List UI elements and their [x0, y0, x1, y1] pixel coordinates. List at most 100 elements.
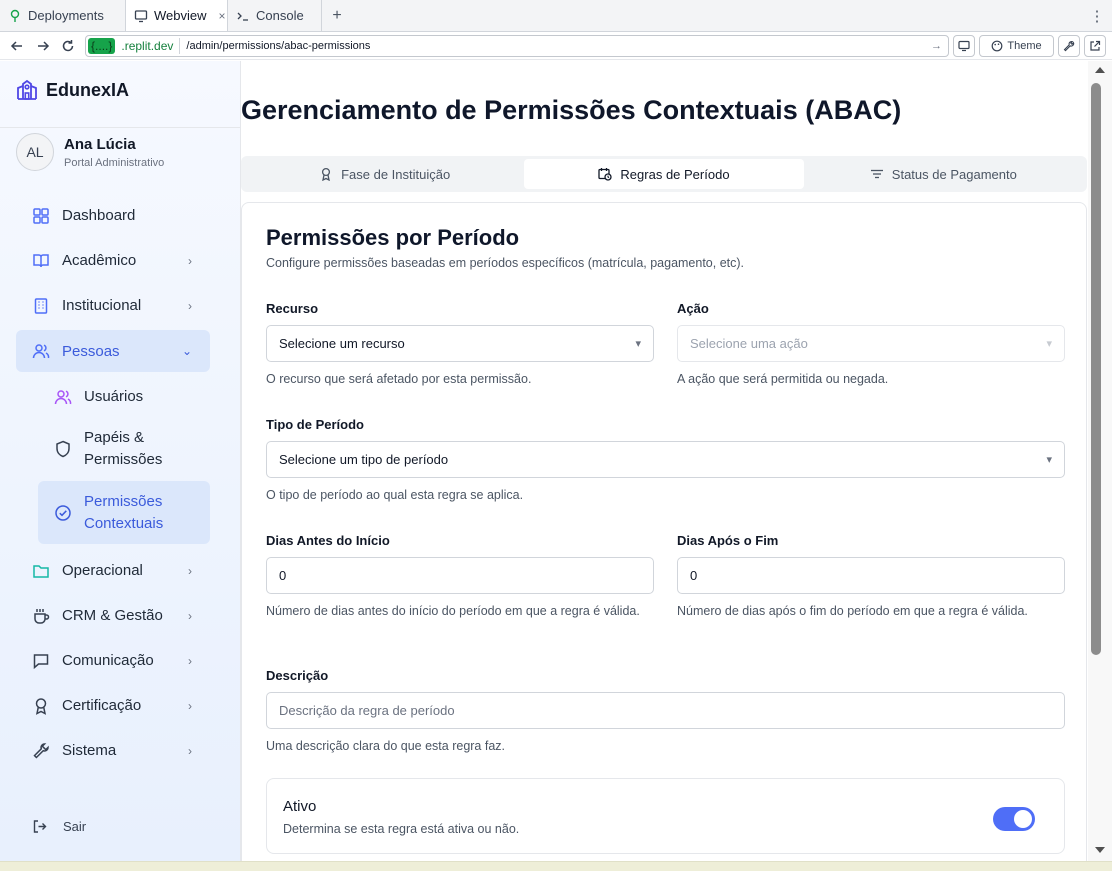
days-after-input[interactable]: 0 [677, 557, 1065, 594]
toggle-knob [1014, 810, 1032, 828]
divider [0, 127, 240, 128]
sidebar-item-label: Dashboard [62, 207, 136, 224]
chevron-right-icon: › [188, 253, 192, 268]
url-path: /admin/permissions/abac-permissions [186, 39, 371, 52]
chevron-right-icon: › [188, 563, 192, 578]
tab-deployments[interactable]: Deployments [0, 0, 126, 31]
tab-regras-periodo[interactable]: Regras de Período [524, 159, 804, 189]
sidebar-item-label: Institucional [62, 297, 142, 314]
resource-select[interactable]: Selecione um recurso ▾ [266, 325, 654, 362]
period-permissions-card: Permissões por Período Configure permiss… [241, 202, 1087, 861]
action-help: A ação que será permitida ou negada. [677, 372, 889, 386]
sidebar-item-academico[interactable]: Acadêmico › [16, 238, 210, 283]
award-icon [35, 697, 47, 715]
avatar: AL [16, 133, 54, 171]
tab-console-label: Console [256, 8, 304, 23]
period-type-select[interactable]: Selecione um tipo de período ▾ [266, 441, 1065, 478]
logout-button[interactable]: Sair [32, 819, 86, 834]
days-before-value: 0 [279, 568, 287, 583]
sidebar-item-comunicacao[interactable]: Comunicação › [16, 638, 210, 683]
school-icon [17, 79, 37, 100]
sidebar-item-papeis-permissoes[interactable]: Papéis & Permissões [38, 419, 210, 479]
monitor-icon [134, 9, 148, 23]
user-role: Portal Administrativo [64, 156, 165, 169]
days-after-value: 0 [690, 568, 698, 583]
action-select[interactable]: Selecione uma ação ▾ [677, 325, 1065, 362]
description-label: Descrição [266, 668, 329, 683]
building-icon [34, 297, 48, 314]
close-icon[interactable]: × [219, 9, 226, 23]
card-title: Permissões por Período [266, 225, 520, 250]
check-circle-icon [55, 504, 71, 521]
scroll-down-arrow-icon[interactable] [1095, 847, 1105, 853]
chevron-down-icon: ▾ [1046, 338, 1052, 350]
sidebar-item-permissoes-contextuais[interactable]: Permissões Contextuais [38, 481, 210, 544]
active-description: Determina se esta regra está ativa ou nã… [283, 822, 520, 836]
coffee-icon [34, 608, 50, 624]
sidebar-item-dashboard[interactable]: Dashboard [16, 193, 210, 238]
sidebar-item-label: Pessoas [62, 342, 120, 360]
tab-webview[interactable]: Webview × [126, 0, 228, 31]
reload-button[interactable] [57, 35, 79, 57]
sidebar-nav: Dashboard Acadêmico › Institucional › Pe… [16, 193, 210, 773]
deploy-icon [8, 9, 22, 23]
page-title: Gerenciamento de Permissões Contextuais … [241, 95, 902, 125]
period-type-help: O tipo de período ao qual esta regra se … [266, 488, 524, 502]
monitor-icon [958, 40, 970, 51]
wrench-icon [1063, 40, 1075, 51]
sidebar-item-label: CRM & Gestão [62, 607, 163, 624]
description-input[interactable]: Descrição da regra de período [266, 692, 1065, 729]
tab-label: Status de Pagamento [891, 166, 1017, 182]
resource-help: O recurso que será afetado por esta perm… [266, 372, 532, 386]
sidebar-item-label: Papéis & Permissões [84, 429, 163, 468]
device-preview-button[interactable] [953, 34, 976, 57]
browser-tab-bar: Deployments Webview × Console + ⋮ [0, 0, 1112, 32]
open-external-button[interactable] [1084, 34, 1107, 57]
filter-icon [870, 169, 883, 179]
tab-console[interactable]: Console [228, 0, 322, 31]
tab-status-pagamento[interactable]: Status de Pagamento [804, 159, 1083, 189]
message-square-icon [33, 653, 49, 669]
action-label: Ação [677, 301, 709, 316]
chevron-right-icon: › [188, 608, 192, 623]
sidebar-item-label: Permissões Contextuais [84, 492, 164, 532]
theme-label: Theme [1007, 39, 1042, 52]
devtools-button[interactable] [1058, 34, 1081, 57]
url-host: .replit.dev [121, 38, 174, 53]
sidebar-item-crm-gestao[interactable]: CRM & Gestão › [16, 593, 210, 638]
content-tabs: Fase de Instituição Regras de Período St… [241, 156, 1087, 192]
days-before-label: Dias Antes do Início [266, 533, 390, 548]
sidebar-item-operacional[interactable]: Operacional › [16, 548, 210, 593]
user-profile[interactable]: AL Ana Lúcia Portal Administrativo [16, 133, 164, 171]
forward-button[interactable] [32, 35, 54, 57]
sidebar-item-pessoas[interactable]: Pessoas ⌄ [16, 330, 210, 372]
brand[interactable]: EdunexIA [16, 79, 129, 101]
tab-fase-instituicao[interactable]: Fase de Instituição [245, 159, 524, 189]
scroll-thumb[interactable] [1091, 83, 1101, 655]
scroll-up-arrow-icon[interactable] [1095, 67, 1105, 73]
description-help: Uma descrição clara do que esta regra fa… [266, 739, 506, 753]
tab-deployments-label: Deployments [28, 8, 104, 23]
description-placeholder: Descrição da regra de período [279, 703, 455, 718]
terminal-icon [236, 9, 250, 23]
sidebar-item-label: Operacional [62, 562, 143, 579]
sidebar-item-certificacao[interactable]: Certificação › [16, 683, 210, 728]
back-button[interactable] [6, 35, 28, 57]
url-field[interactable]: {....} .replit.dev /admin/permissions/ab… [85, 34, 950, 57]
browser-menu-icon[interactable]: ⋮ [1082, 0, 1112, 31]
sidebar-item-sistema[interactable]: Sistema › [16, 728, 210, 773]
url-host-badge: {....} [88, 37, 116, 54]
sidebar-item-label: Certificação [62, 697, 142, 714]
resource-select-value: Selecione um recurso [279, 336, 405, 351]
sidebar-item-label: Acadêmico [62, 252, 137, 269]
days-before-input[interactable]: 0 [266, 557, 654, 594]
theme-button[interactable]: Theme [979, 34, 1055, 57]
active-toggle[interactable] [993, 807, 1035, 831]
tab-label: Regras de Período [620, 166, 730, 182]
dashboard-icon [33, 207, 49, 224]
sidebar-item-usuarios[interactable]: Usuários [38, 374, 210, 419]
go-arrow-icon[interactable]: → [931, 40, 946, 52]
scrollbar[interactable] [1088, 61, 1112, 861]
new-tab-button[interactable]: + [322, 0, 352, 31]
sidebar-item-institucional[interactable]: Institucional › [16, 283, 210, 328]
